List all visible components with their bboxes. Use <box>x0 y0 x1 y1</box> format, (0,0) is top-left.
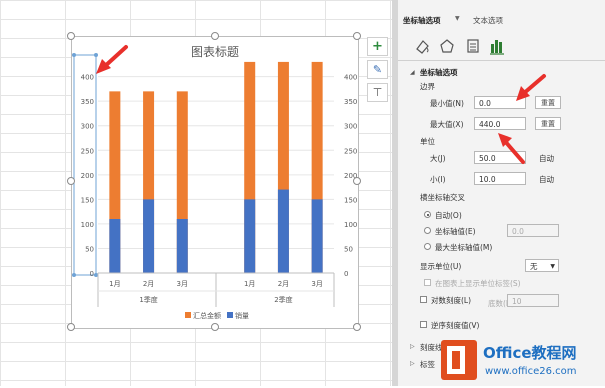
red-arrow-icon <box>498 133 525 164</box>
red-arrow-icon <box>516 74 546 101</box>
watermark-logo: Office教程网 www.office26.com <box>441 336 605 386</box>
annotation-arrows <box>96 45 546 164</box>
watermark-brand: Office教程网 <box>483 344 577 362</box>
red-arrow-icon <box>96 45 128 74</box>
watermark-url: www.office26.com <box>485 366 577 377</box>
